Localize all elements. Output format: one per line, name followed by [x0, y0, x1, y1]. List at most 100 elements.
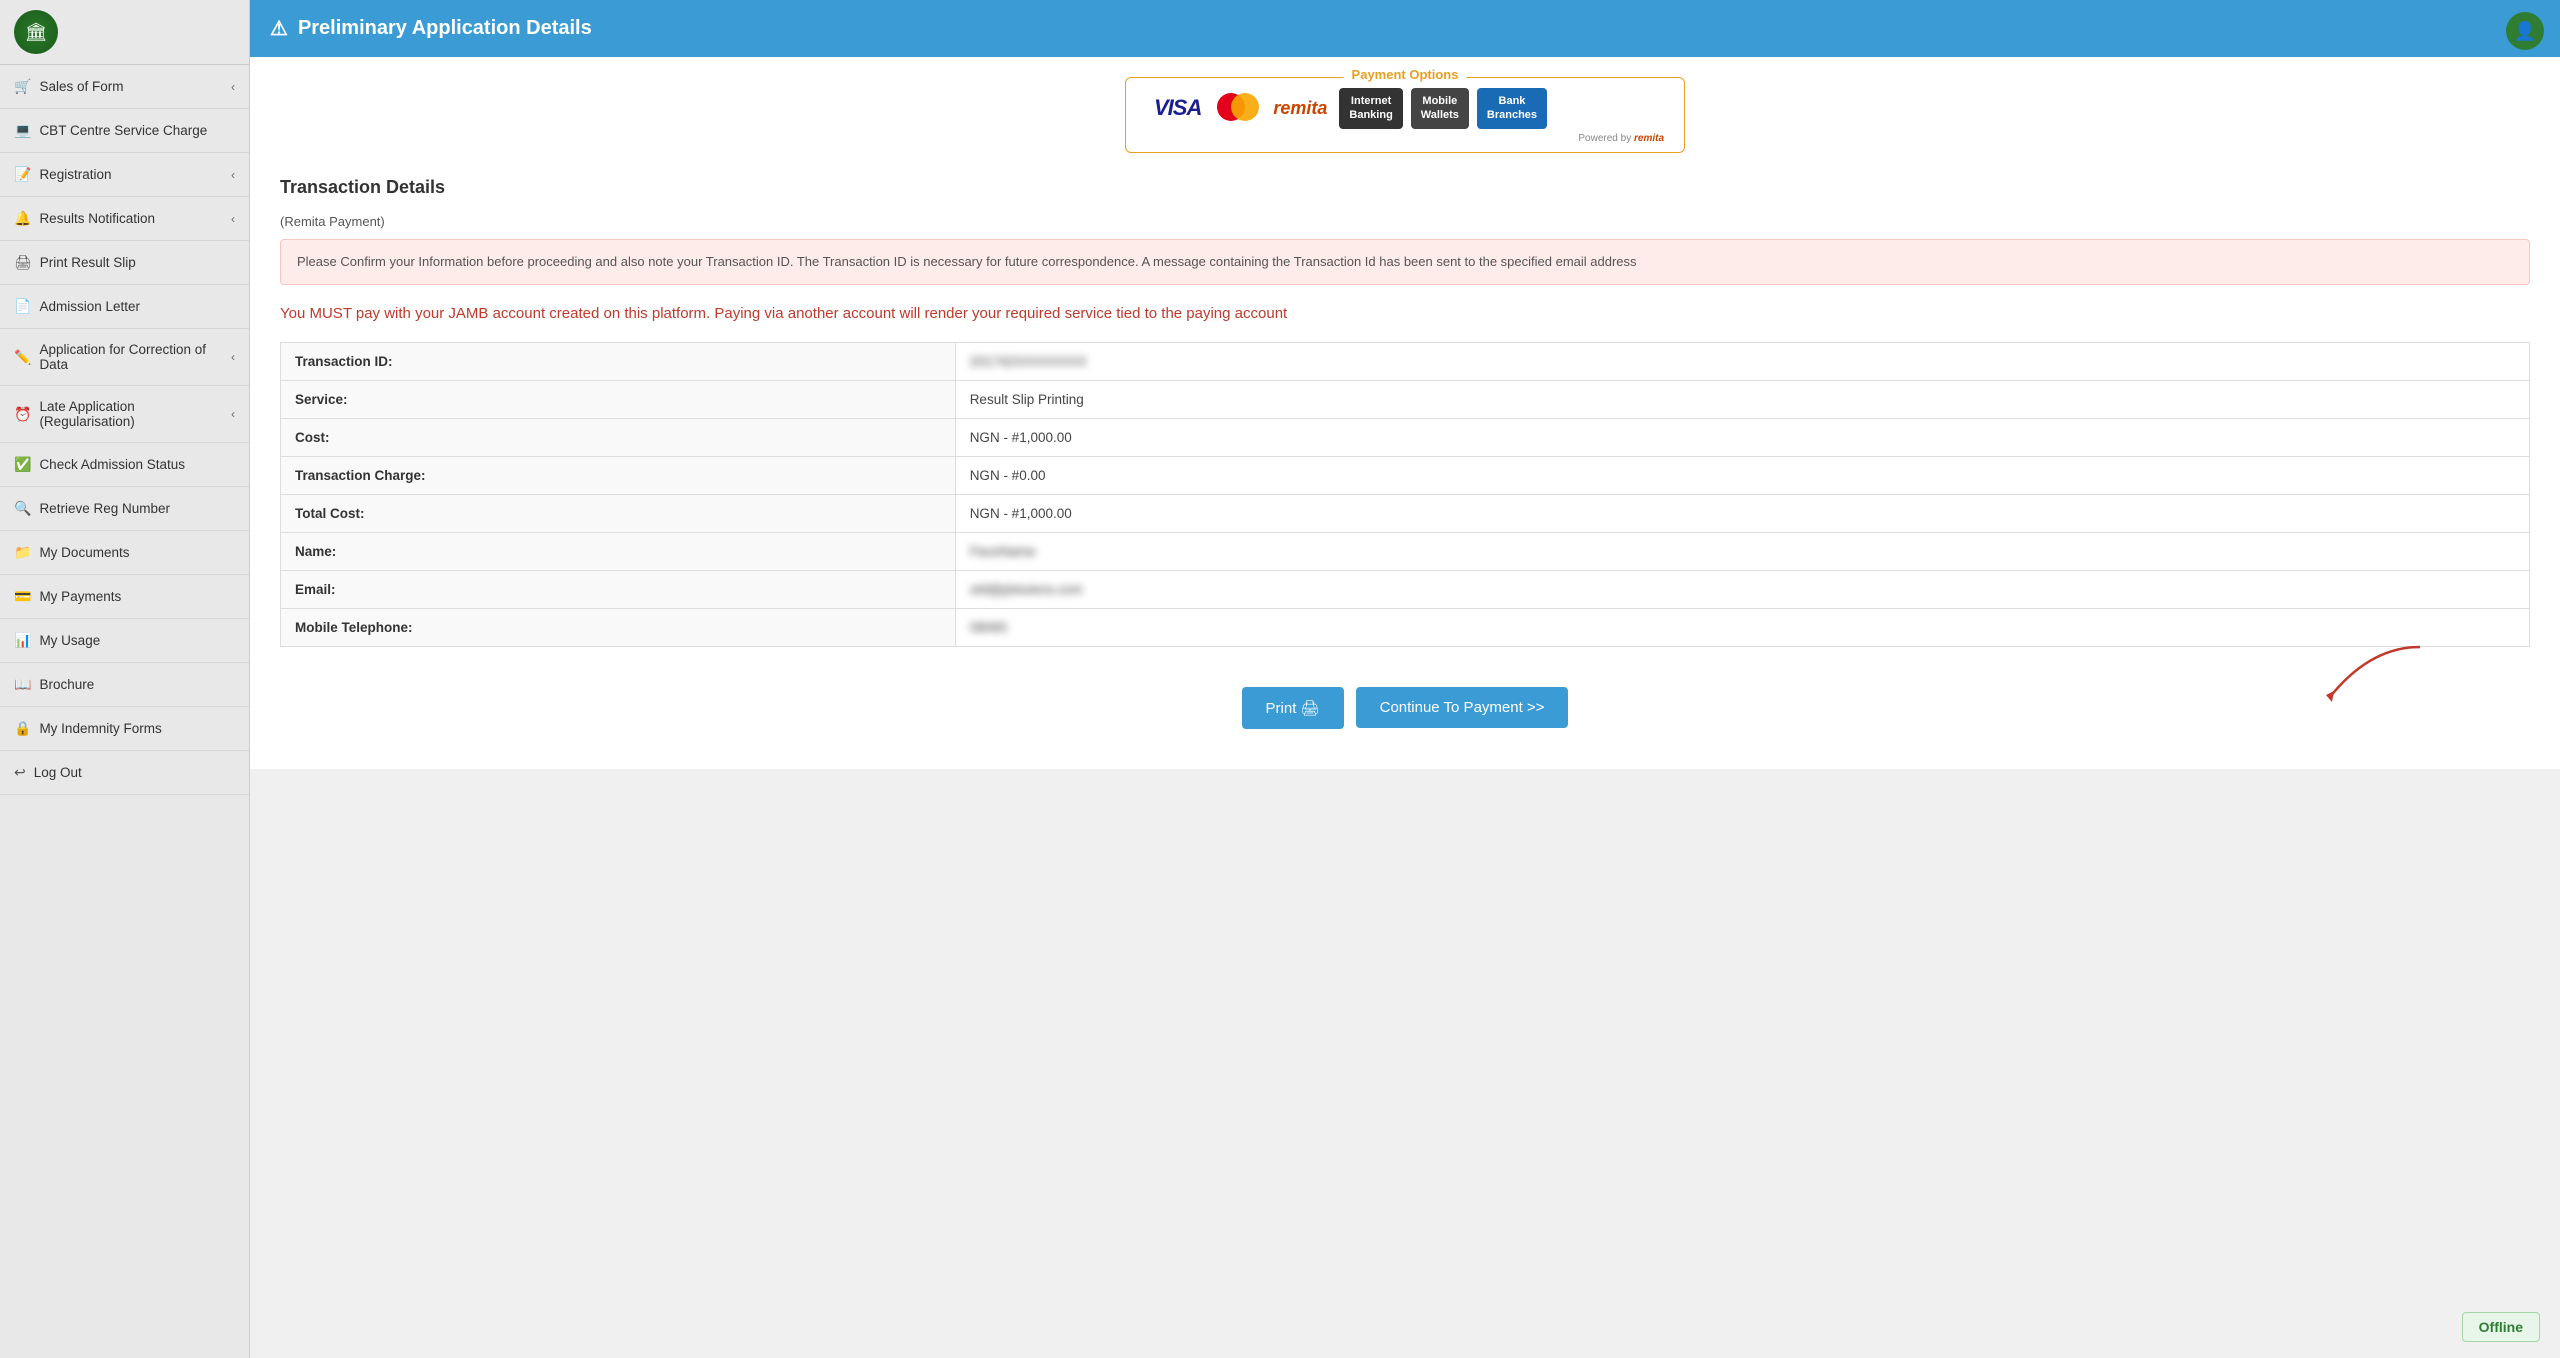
chevron-icon-application-correction: ‹ [231, 350, 235, 364]
sidebar-item-brochure[interactable]: 📖 Brochure [0, 663, 249, 707]
sidebar: 🏛 🛒 Sales of Form ‹ 💻 CBT Centre Service… [0, 0, 250, 1358]
table-cell-label-3: Transaction Charge: [281, 456, 956, 494]
bank-branches-line1: Bank [1487, 94, 1537, 108]
confirmation-warning: Please Confirm your Information before p… [280, 239, 2530, 286]
sidebar-item-left-cbt-centre: 💻 CBT Centre Service Charge [14, 122, 207, 139]
sidebar-item-cbt-centre[interactable]: 💻 CBT Centre Service Charge [0, 109, 249, 153]
print-button[interactable]: Print 🖨 [1242, 687, 1344, 729]
user-avatar[interactable]: 👤 [2506, 12, 2544, 50]
sidebar-icon-my-usage: 📊 [14, 632, 31, 649]
table-cell-value-2: NGN - #1,000.00 [970, 430, 1072, 445]
sidebar-icon-registration: 📝 [14, 166, 31, 183]
sidebar-item-retrieve-reg-number[interactable]: 🔍 Retrieve Reg Number [0, 487, 249, 531]
table-cell-label-0: Transaction ID: [281, 342, 956, 380]
internet-banking-btn[interactable]: Internet Banking [1339, 88, 1402, 129]
mobile-wallets-line1: Mobile [1421, 94, 1459, 108]
table-cell-value-0: 201742XXXXXXXX [970, 354, 1087, 369]
sidebar-item-my-payments[interactable]: 💳 My Payments [0, 575, 249, 619]
sidebar-item-sales-of-form[interactable]: 🛒 Sales of Form ‹ [0, 65, 249, 109]
sidebar-item-print-result-slip[interactable]: 🖨 Print Result Slip [0, 241, 249, 285]
sidebar-label-log-out: Log Out [34, 765, 82, 780]
table-cell-data-1: Result Slip Printing [955, 380, 2529, 418]
internet-banking-line2: Banking [1349, 108, 1392, 122]
sidebar-icon-late-application: ⏰ [14, 406, 31, 423]
table-cell-value-1: Result Slip Printing [970, 392, 1084, 407]
table-cell-data-6: old@jdstutera.com [955, 570, 2529, 608]
content-area: Payment Options VISA remita Internet Ban… [250, 57, 2560, 769]
table-cell-label-4: Total Cost: [281, 494, 956, 532]
sidebar-label-admission-letter: Admission Letter [39, 299, 140, 314]
sidebar-item-late-application[interactable]: ⏰ Late Application (Regularisation) ‹ [0, 386, 249, 443]
table-cell-data-0: 201742XXXXXXXX [955, 342, 2529, 380]
header-title-group: ⚠ Preliminary Application Details [270, 16, 592, 41]
table-cell-value-7: 08065 [970, 620, 1008, 635]
bank-branches-line2: Branches [1487, 108, 1537, 122]
sidebar-item-my-indemnity-forms[interactable]: 🔒 My Indemnity Forms [0, 707, 249, 751]
sidebar-item-log-out[interactable]: ↩ Log Out [0, 751, 249, 795]
sidebar-item-results-notification[interactable]: 🔔 Results Notification ‹ [0, 197, 249, 241]
transaction-title: Transaction Details [280, 177, 2530, 198]
sidebar-icon-cbt-centre: 💻 [14, 122, 31, 139]
powered-by: Powered by remita [1146, 133, 1664, 144]
table-row: Total Cost: NGN - #1,000.00 [281, 494, 2530, 532]
table-row: Transaction ID: 201742XXXXXXXX [281, 342, 2530, 380]
sidebar-item-left-my-usage: 📊 My Usage [14, 632, 100, 649]
action-buttons-area: Print 🖨 Continue To Payment >> [280, 667, 2530, 739]
continue-label: Continue To Payment >> [1380, 699, 1545, 716]
sidebar-item-left-print-result-slip: 🖨 Print Result Slip [14, 254, 136, 271]
sidebar-item-left-my-indemnity-forms: 🔒 My Indemnity Forms [14, 720, 162, 737]
sidebar-label-my-payments: My Payments [39, 589, 121, 604]
sidebar-item-left-check-admission-status: ✅ Check Admission Status [14, 456, 185, 473]
table-cell-label-6: Email: [281, 570, 956, 608]
sidebar-label-my-indemnity-forms: My Indemnity Forms [39, 721, 161, 736]
mobile-wallets-btn[interactable]: Mobile Wallets [1411, 88, 1469, 129]
sidebar-item-left-log-out: ↩ Log Out [14, 764, 82, 781]
sidebar-icon-results-notification: 🔔 [14, 210, 31, 227]
sidebar-label-brochure: Brochure [39, 677, 94, 692]
continue-to-payment-button[interactable]: Continue To Payment >> [1356, 687, 1569, 728]
sidebar-icon-my-payments: 💳 [14, 588, 31, 605]
transaction-table: Transaction ID: 201742XXXXXXXX Service: … [280, 342, 2530, 647]
sidebar-label-late-application: Late Application (Regularisation) [39, 399, 231, 429]
sidebar-label-retrieve-reg-number: Retrieve Reg Number [39, 501, 170, 516]
payment-options-label: Payment Options [1344, 67, 1467, 82]
print-label: Print 🖨 [1266, 699, 1320, 717]
sidebar-item-check-admission-status[interactable]: ✅ Check Admission Status [0, 443, 249, 487]
sidebar-icon-my-indemnity-forms: 🔒 [14, 720, 31, 737]
remita-payment-label: (Remita Payment) [280, 214, 2530, 229]
sidebar-icon-check-admission-status: ✅ [14, 456, 31, 473]
sidebar-icon-application-correction: ✏️ [14, 349, 31, 366]
table-row: Cost: NGN - #1,000.00 [281, 418, 2530, 456]
sidebar-item-left-late-application: ⏰ Late Application (Regularisation) [14, 399, 231, 429]
table-row: Name: FaceName [281, 532, 2530, 570]
chevron-icon-sales-of-form: ‹ [231, 80, 235, 94]
sidebar-item-left-retrieve-reg-number: 🔍 Retrieve Reg Number [14, 500, 170, 517]
sidebar-item-left-admission-letter: 📄 Admission Letter [14, 298, 140, 315]
visa-logo: VISA [1146, 91, 1209, 125]
arrow-annotation [2310, 637, 2430, 720]
sidebar-item-left-brochure: 📖 Brochure [14, 676, 94, 693]
sidebar-icon-admission-letter: 📄 [14, 298, 31, 315]
internet-banking-line1: Internet [1349, 94, 1392, 108]
sidebar-label-registration: Registration [39, 167, 111, 182]
chevron-icon-registration: ‹ [231, 168, 235, 182]
warning-icon: ⚠ [270, 16, 288, 41]
sidebar-item-my-usage[interactable]: 📊 My Usage [0, 619, 249, 663]
sidebar-item-admission-letter[interactable]: 📄 Admission Letter [0, 285, 249, 329]
remita-logo: remita [1269, 94, 1331, 123]
table-cell-value-5: FaceName [970, 544, 1036, 559]
sidebar-item-registration[interactable]: 📝 Registration ‹ [0, 153, 249, 197]
bank-branches-btn[interactable]: Bank Branches [1477, 88, 1547, 129]
sidebar-item-application-correction[interactable]: ✏️ Application for Correction of Data ‹ [0, 329, 249, 386]
table-row: Email: old@jdstutera.com [281, 570, 2530, 608]
sidebar-label-check-admission-status: Check Admission Status [39, 457, 185, 472]
sidebar-item-left-application-correction: ✏️ Application for Correction of Data [14, 342, 231, 372]
sidebar-label-my-documents: My Documents [39, 545, 129, 560]
table-cell-data-3: NGN - #0.00 [955, 456, 2529, 494]
sidebar-item-my-documents[interactable]: 📁 My Documents [0, 531, 249, 575]
table-cell-data-4: NGN - #1,000.00 [955, 494, 2529, 532]
sidebar-label-print-result-slip: Print Result Slip [40, 255, 136, 270]
jamb-account-warning: You MUST pay with your JAMB account crea… [280, 303, 2530, 326]
table-cell-label-5: Name: [281, 532, 956, 570]
table-cell-label-2: Cost: [281, 418, 956, 456]
